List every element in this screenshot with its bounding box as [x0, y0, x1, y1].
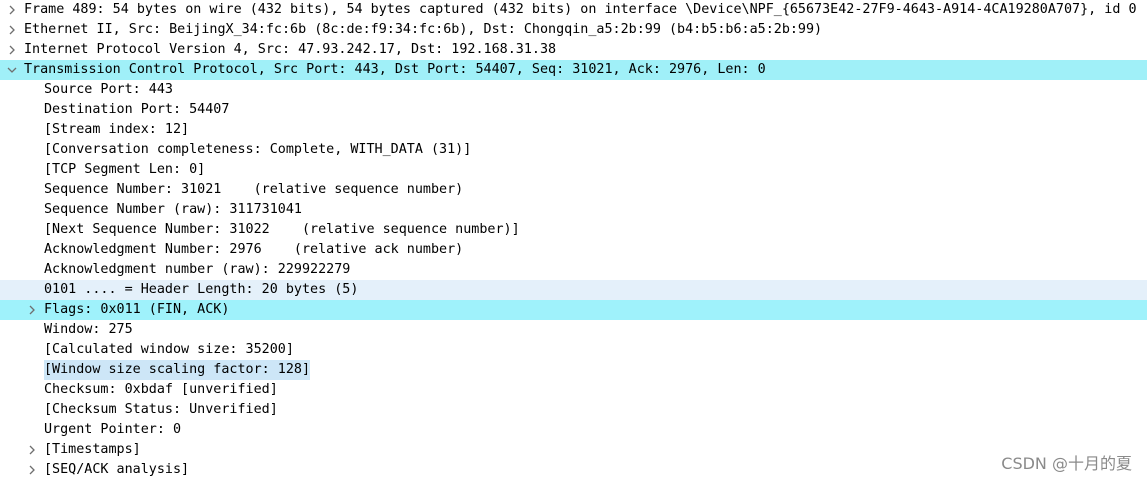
field-label: [TCP Segment Len: 0]: [44, 162, 206, 177]
chevron-right-icon[interactable]: [5, 0, 19, 20]
tcp-field-ack-raw[interactable]: Acknowledgment number (raw): 229922279: [0, 260, 1147, 280]
tcp-field-seq-raw[interactable]: Sequence Number (raw): 311731041: [0, 200, 1147, 220]
tree-item-label: Transmission Control Protocol, Src Port:…: [24, 62, 766, 77]
field-label: [Calculated window size: 35200]: [44, 342, 294, 357]
field-label: Checksum: 0xbdaf [unverified]: [44, 382, 278, 397]
field-label: Destination Port: 54407: [44, 102, 230, 117]
tcp-field-conversation[interactable]: [Conversation completeness: Complete, WI…: [0, 140, 1147, 160]
tcp-field-scaling[interactable]: [Window size scaling factor: 128]: [0, 360, 1147, 380]
tree-item-label: Ethernet II, Src: BeijingX_34:fc:6b (8c:…: [24, 22, 823, 37]
field-label: Sequence Number (raw): 311731041: [44, 202, 302, 217]
field-label: Acknowledgment number (raw): 229922279: [44, 262, 351, 277]
field-label: Window: 275: [44, 322, 133, 337]
chevron-right-icon[interactable]: [25, 300, 39, 320]
tree-item-ip[interactable]: Internet Protocol Version 4, Src: 47.93.…: [0, 40, 1147, 60]
tree-item-label: Internet Protocol Version 4, Src: 47.93.…: [24, 42, 557, 57]
tcp-field-ack[interactable]: Acknowledgment Number: 2976 (relative ac…: [0, 240, 1147, 260]
tcp-field-seq-ack-analysis[interactable]: [SEQ/ACK analysis]: [0, 460, 1147, 480]
tcp-field-next-seq[interactable]: [Next Sequence Number: 31022 (relative s…: [0, 220, 1147, 240]
chevron-down-icon[interactable]: [5, 60, 19, 80]
tcp-field-seq[interactable]: Sequence Number: 31021 (relative sequenc…: [0, 180, 1147, 200]
tree-item-ethernet[interactable]: Ethernet II, Src: BeijingX_34:fc:6b (8c:…: [0, 20, 1147, 40]
tree-item-frame[interactable]: Frame 489: 54 bytes on wire (432 bits), …: [0, 0, 1147, 20]
tcp-field-src-port[interactable]: Source Port: 443: [0, 80, 1147, 100]
field-label: [Stream index: 12]: [44, 122, 190, 137]
tcp-field-calc-window[interactable]: [Calculated window size: 35200]: [0, 340, 1147, 360]
tcp-field-timestamps[interactable]: [Timestamps]: [0, 440, 1147, 460]
field-label: [Checksum Status: Unverified]: [44, 402, 278, 417]
field-label: Flags: 0x011 (FIN, ACK): [44, 302, 230, 317]
tcp-field-window[interactable]: Window: 275: [0, 320, 1147, 340]
field-label: Urgent Pointer: 0: [44, 422, 182, 437]
chevron-right-icon[interactable]: [25, 460, 39, 480]
field-label: [SEQ/ACK analysis]: [44, 462, 190, 477]
field-label: [Next Sequence Number: 31022 (relative s…: [44, 222, 520, 237]
tcp-field-checksum-status[interactable]: [Checksum Status: Unverified]: [0, 400, 1147, 420]
tcp-field-checksum[interactable]: Checksum: 0xbdaf [unverified]: [0, 380, 1147, 400]
tcp-field-stream-index[interactable]: [Stream index: 12]: [0, 120, 1147, 140]
packet-details-tree[interactable]: Frame 489: 54 bytes on wire (432 bits), …: [0, 0, 1147, 482]
chevron-right-icon[interactable]: [5, 40, 19, 60]
tree-item-label: Frame 489: 54 bytes on wire (432 bits), …: [24, 2, 1137, 17]
tcp-field-flags[interactable]: Flags: 0x011 (FIN, ACK): [0, 300, 1147, 320]
tree-item-tcp[interactable]: Transmission Control Protocol, Src Port:…: [0, 60, 1147, 80]
watermark: CSDN @十月的夏: [1001, 454, 1132, 473]
field-label: Source Port: 443: [44, 82, 173, 97]
field-label: 0101 .... = Header Length: 20 bytes (5): [44, 282, 359, 297]
field-label: Sequence Number: 31021 (relative sequenc…: [44, 182, 464, 197]
tcp-field-urgent[interactable]: Urgent Pointer: 0: [0, 420, 1147, 440]
chevron-right-icon[interactable]: [25, 440, 39, 460]
field-label: [Conversation completeness: Complete, WI…: [44, 142, 472, 157]
field-label: [Window size scaling factor: 128]: [44, 362, 311, 377]
chevron-right-icon[interactable]: [5, 20, 19, 40]
tcp-field-dst-port[interactable]: Destination Port: 54407: [0, 100, 1147, 120]
tcp-field-header-len[interactable]: 0101 .... = Header Length: 20 bytes (5): [0, 280, 1147, 300]
field-label: [Timestamps]: [44, 442, 141, 457]
tcp-field-segment-len[interactable]: [TCP Segment Len: 0]: [0, 160, 1147, 180]
field-label: Acknowledgment Number: 2976 (relative ac…: [44, 242, 464, 257]
